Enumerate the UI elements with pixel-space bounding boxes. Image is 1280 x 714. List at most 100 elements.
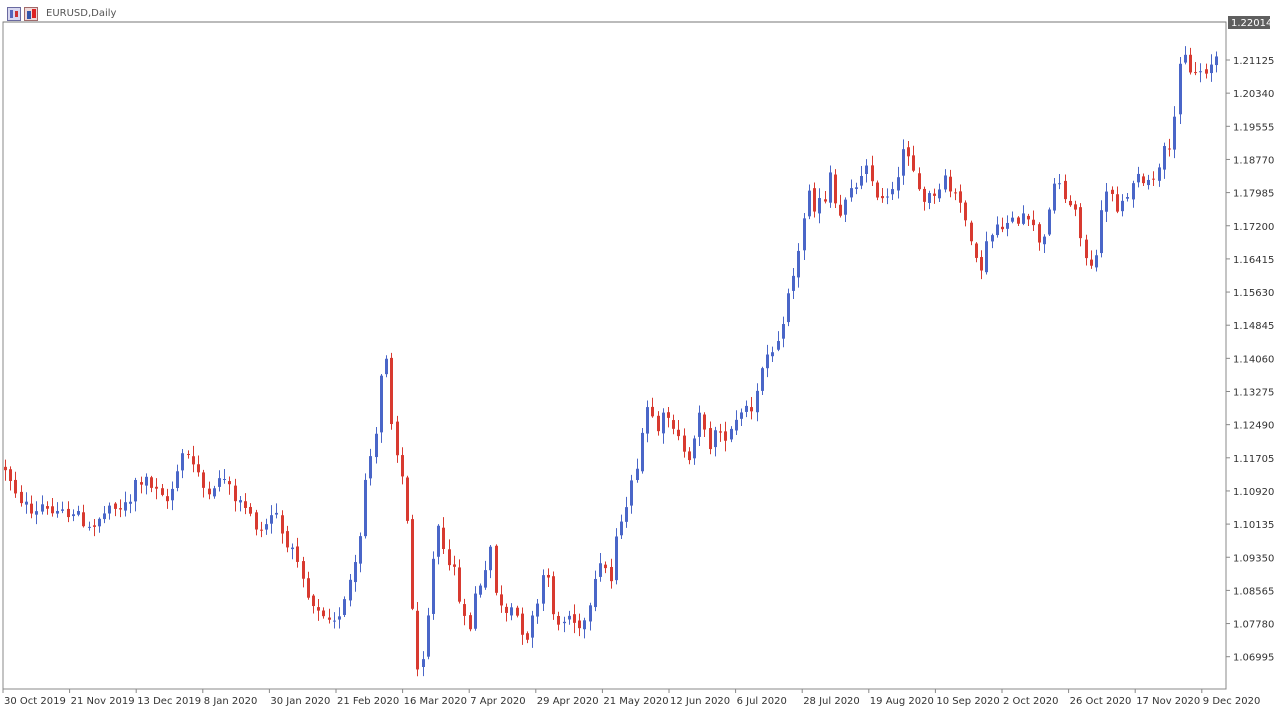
candle-bear (813, 188, 816, 212)
candle-bear (839, 204, 842, 216)
candle-bear (328, 617, 331, 620)
candle-bear (604, 564, 607, 569)
x-tick-label: 8 Jan 2020 (204, 696, 258, 707)
candle-bear (500, 594, 503, 606)
current-price-tag: 1.22014 (1228, 16, 1272, 29)
candle-bull (730, 428, 733, 440)
candle-bear (907, 147, 910, 157)
y-tick-label: 1.11705 (1233, 454, 1274, 465)
y-tick-label: 1.12490 (1233, 421, 1274, 432)
candle-bear (1205, 69, 1208, 74)
candle-bear (1085, 239, 1088, 259)
candle-bull (766, 354, 769, 369)
candle-bear (302, 561, 305, 579)
candle-bull (928, 193, 931, 203)
y-tick-label: 1.13275 (1233, 388, 1274, 399)
candle-bull (1126, 197, 1129, 199)
candle-bull (218, 478, 221, 487)
candle-bull (510, 607, 513, 616)
y-tick-label: 1.20340 (1233, 89, 1274, 100)
candle-bear (93, 525, 96, 527)
candle-bull (1179, 63, 1182, 115)
candle-bull (1022, 213, 1025, 224)
candle-bear (67, 508, 70, 518)
x-tick-label: 26 Oct 2020 (1070, 696, 1132, 707)
candle-bear (140, 482, 143, 485)
candle-bull (829, 172, 832, 203)
candle-bear (964, 202, 967, 221)
candle-bull (432, 558, 435, 614)
candle-bear (442, 527, 445, 549)
candle-bear (406, 477, 409, 521)
candle-bull (865, 165, 868, 175)
x-tick-label: 28 Jul 2020 (803, 696, 860, 707)
y-tick-label: 1.15630 (1233, 288, 1274, 299)
candle-bear (1152, 178, 1155, 180)
candle-bull (771, 352, 774, 357)
candle-bull (630, 480, 633, 506)
y-tick-label: 1.06995 (1233, 653, 1274, 664)
candle-bear (933, 193, 936, 196)
candle-bull (1058, 183, 1061, 185)
candle-bear (14, 479, 17, 494)
candle-bear (296, 546, 299, 562)
candle-bull (818, 198, 821, 214)
candle-bull (860, 175, 863, 186)
candle-bear (918, 173, 921, 190)
candle-bull (1043, 236, 1046, 245)
candle-bull (129, 501, 132, 504)
candle-bull (124, 502, 127, 511)
candle-bull (735, 419, 738, 431)
candle-bull (625, 507, 628, 522)
candle-bull (641, 432, 644, 472)
candle-bull (1132, 183, 1135, 200)
candle-bear (1079, 207, 1082, 239)
candle-bull (343, 599, 346, 615)
candle-bear (51, 506, 54, 514)
x-tick-label: 9 Dec 2020 (1203, 696, 1261, 707)
candle-bull (1006, 222, 1009, 229)
candle-bear (390, 357, 393, 425)
candle-bear (557, 615, 560, 625)
candle-bull (427, 615, 430, 657)
candle-bull (239, 500, 242, 503)
candle-bull (662, 412, 665, 434)
candle-bear (923, 188, 926, 202)
candle-bear (82, 512, 85, 527)
candle-bull (568, 615, 571, 620)
candle-bear (166, 496, 169, 502)
candle-bear (970, 222, 973, 242)
candle-bear (667, 412, 670, 418)
x-tick-label: 21 Nov 2019 (71, 696, 135, 707)
y-tick-label: 1.09350 (1233, 553, 1274, 564)
candle-bull (1137, 173, 1140, 183)
candle-bull (938, 189, 941, 199)
x-tick-label: 2 Oct 2020 (1003, 696, 1058, 707)
candle-bull (891, 189, 894, 195)
candle-bear (688, 451, 691, 461)
candle-bear (677, 429, 680, 437)
candle-bear (317, 607, 320, 611)
candle-bear (249, 506, 252, 514)
candle-bear (401, 455, 404, 477)
candle-bear (547, 574, 550, 578)
candle-bull (1210, 64, 1213, 74)
candle-bear (119, 508, 122, 510)
candle-bear (1001, 226, 1004, 230)
candle-bull (902, 149, 905, 176)
candle-bear (187, 453, 190, 455)
y-tick-label: 1.08565 (1233, 586, 1274, 597)
candle-bull (1105, 191, 1108, 212)
candle-bull (375, 433, 378, 458)
candle-bull (886, 196, 889, 198)
x-tick-label: 21 May 2020 (603, 696, 668, 707)
price-chart[interactable]: 1.21125 1.20340 1.19555 1.18770 1.17985 1.172… (0, 0, 1280, 714)
candle-bull (850, 188, 853, 198)
candle-bull (531, 615, 534, 638)
candle-bear (651, 406, 654, 417)
candle-bear (980, 257, 983, 271)
candle-bear (286, 531, 289, 548)
candle-bull (620, 521, 623, 536)
candle-bear (719, 431, 722, 433)
candle-bull (354, 562, 357, 583)
